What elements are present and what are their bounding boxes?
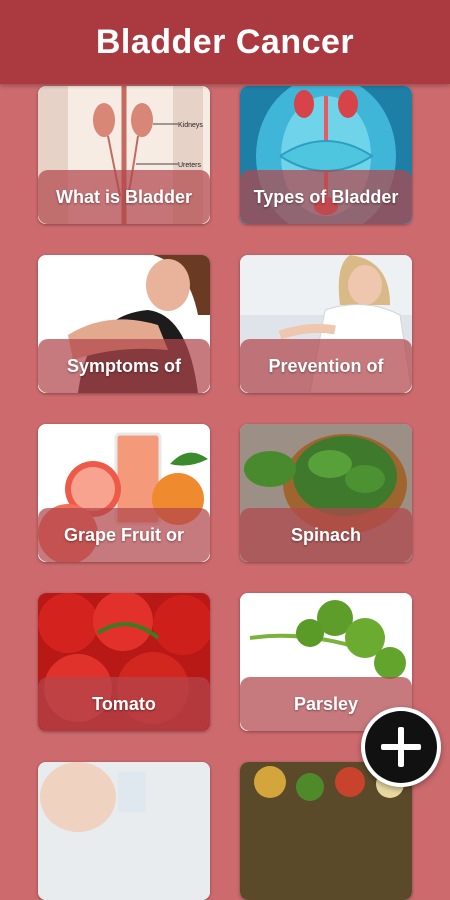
plus-icon (381, 727, 421, 767)
app-bar: Bladder Cancer (0, 0, 450, 84)
card-label: Prevention of (240, 339, 412, 393)
card-label: Tomato (38, 677, 210, 731)
card-spinach[interactable]: Spinach (240, 424, 412, 562)
card-grape-fruit[interactable]: Grape Fruit or (38, 424, 210, 562)
card-what-is-bladder[interactable]: Kidneys Ureters What is Bladder (38, 86, 210, 224)
card-symptoms-of[interactable]: Symptoms of (38, 255, 210, 393)
svg-text:Kidneys: Kidneys (178, 122, 203, 129)
card-item-9[interactable] (38, 762, 210, 900)
card-label: What is Bladder (38, 170, 210, 224)
card-label: Spinach (240, 508, 412, 562)
topic-grid: Kidneys Ureters What is Bladder Types of… (0, 84, 450, 900)
card-label: Grape Fruit or (38, 508, 210, 562)
card-tomato[interactable]: Tomato (38, 593, 210, 731)
page-title: Bladder Cancer (95, 22, 355, 61)
person-drinking-image (38, 762, 210, 900)
svg-text:Ureters: Ureters (178, 162, 201, 169)
card-label: Symptoms of (38, 339, 210, 393)
card-label: Types of Bladder (240, 170, 412, 224)
fab-circle (365, 711, 437, 783)
add-button[interactable] (361, 707, 441, 787)
card-types-of-bladder[interactable]: Types of Bladder (240, 86, 412, 224)
card-prevention-of[interactable]: Prevention of (240, 255, 412, 393)
